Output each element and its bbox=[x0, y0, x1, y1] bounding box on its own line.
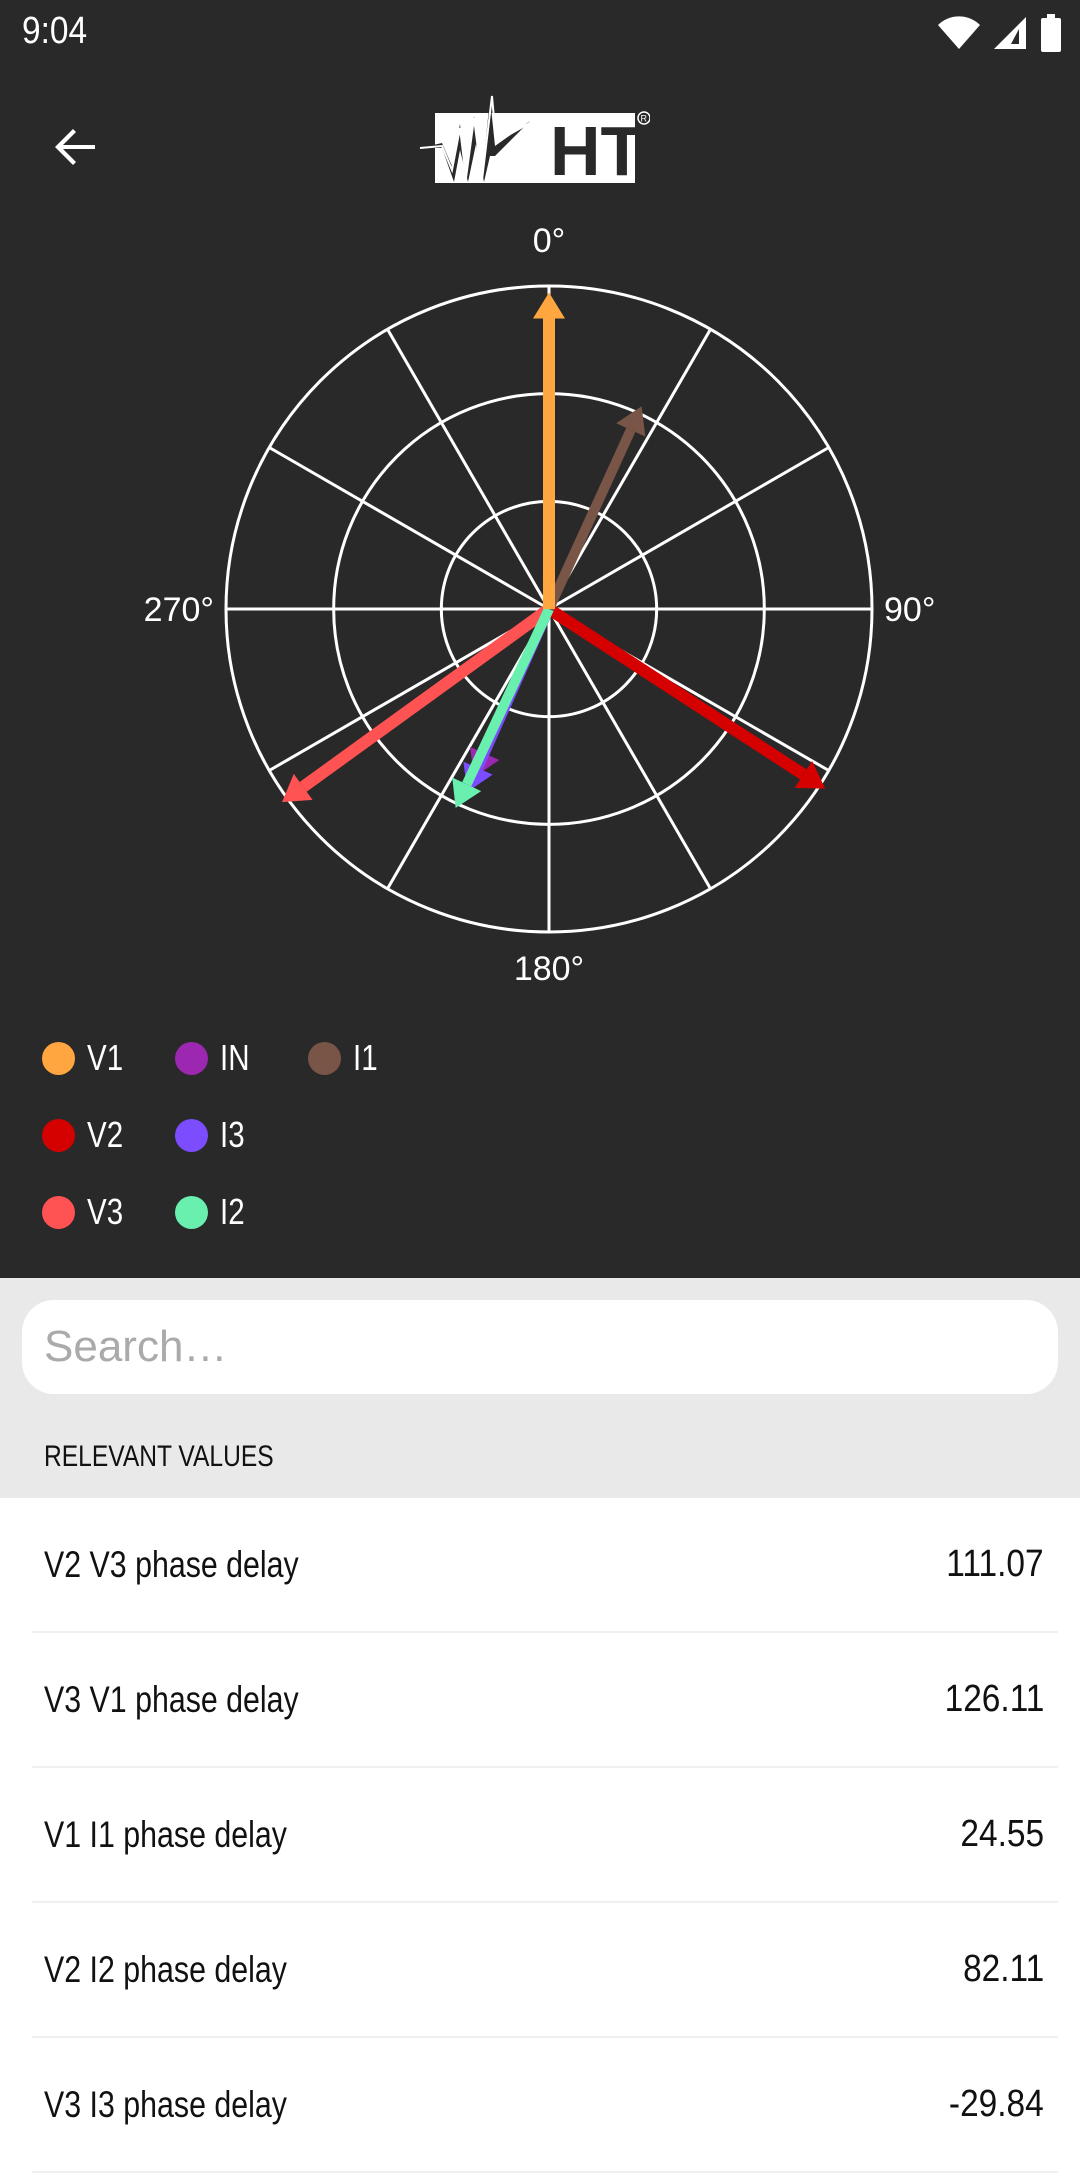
legend-label: I1 bbox=[353, 1037, 378, 1078]
grid-spoke bbox=[386, 328, 551, 610]
list-item[interactable]: V1 I1 phase delay 24.55 bbox=[32, 1768, 1058, 1903]
phasor-chart: 0° 90° 180° 270° bbox=[0, 220, 1080, 1000]
phasor-diagram: 0° 90° 180° 270° bbox=[144, 222, 936, 988]
vector-arrowhead bbox=[533, 292, 565, 319]
logo-text: HT bbox=[550, 112, 643, 186]
battery-icon bbox=[1041, 14, 1061, 52]
values-header: RELEVANT VALUES bbox=[0, 1278, 1080, 1498]
values-list: V2 V3 phase delay 111.07 V3 V1 phase del… bbox=[0, 1498, 1080, 2173]
legend-swatch bbox=[42, 1041, 75, 1075]
signal-icon bbox=[994, 17, 1026, 49]
legend-label: I3 bbox=[220, 1114, 245, 1155]
legend-swatch bbox=[308, 1041, 341, 1075]
legend-row: V2 I3 bbox=[42, 1114, 441, 1194]
value-number: 24.55 bbox=[960, 1813, 1044, 1855]
legend-label: V1 bbox=[87, 1037, 124, 1078]
status-bar: 9:04 bbox=[0, 0, 1080, 66]
angle-label: 0° bbox=[533, 222, 566, 260]
vector-shaft bbox=[544, 427, 636, 612]
ht-logo: HT R bbox=[419, 95, 650, 186]
value-number: -29.84 bbox=[949, 2083, 1044, 2125]
legend-item-i2: I2 bbox=[175, 1191, 288, 1232]
legend-item-in: IN bbox=[175, 1037, 288, 1078]
list-item[interactable]: V2 V3 phase delay 111.07 bbox=[32, 1498, 1058, 1633]
legend-label: V3 bbox=[87, 1191, 124, 1232]
back-button[interactable] bbox=[40, 112, 110, 182]
value-name: V3 V1 phase delay bbox=[44, 1678, 299, 1720]
wifi-icon bbox=[938, 16, 980, 49]
grid-spoke bbox=[547, 608, 712, 890]
legend-label: I2 bbox=[220, 1191, 245, 1232]
legend-item-i3: I3 bbox=[175, 1114, 288, 1155]
legend-row: V1 IN I1 bbox=[42, 1037, 441, 1117]
legend-item-v1: V1 bbox=[42, 1037, 155, 1078]
value-name: V2 V3 phase delay bbox=[44, 1543, 299, 1585]
angle-label: 270° bbox=[144, 591, 214, 629]
list-item[interactable]: V3 V1 phase delay 126.11 bbox=[32, 1633, 1058, 1768]
section-title: RELEVANT VALUES bbox=[44, 1440, 274, 1473]
vector-shaft bbox=[545, 603, 807, 780]
list-item[interactable]: V2 I2 phase delay 82.11 bbox=[32, 1903, 1058, 2038]
value-name: V3 I3 phase delay bbox=[44, 2083, 287, 2125]
list-item[interactable]: V3 I3 phase delay -29.84 bbox=[32, 2038, 1058, 2173]
legend-row: V3 I2 bbox=[42, 1191, 441, 1271]
arrow-back-icon bbox=[55, 129, 95, 165]
search-input[interactable] bbox=[22, 1300, 1058, 1394]
grid-spoke bbox=[268, 446, 550, 611]
legend-swatch bbox=[175, 1195, 208, 1229]
vector-v2 bbox=[545, 603, 826, 789]
vector-v1 bbox=[533, 292, 565, 609]
value-number: 111.07 bbox=[946, 1543, 1044, 1585]
legend-item-i1: I1 bbox=[308, 1037, 421, 1078]
legend-item-v3: V3 bbox=[42, 1191, 155, 1232]
value-number: 126.11 bbox=[944, 1678, 1044, 1720]
legend-item-v2: V2 bbox=[42, 1114, 155, 1155]
value-number: 82.11 bbox=[962, 1948, 1044, 1990]
vector-i1 bbox=[544, 406, 646, 612]
phasor-panel: 9:04 HT R 0° 90° 180° 270° V1 IN I1 V2 I3 V3 I2 bbox=[0, 0, 1080, 1278]
legend-swatch bbox=[175, 1118, 208, 1152]
app-bar: HT R bbox=[0, 66, 1080, 220]
legend-label: IN bbox=[220, 1037, 250, 1078]
legend-swatch bbox=[42, 1118, 75, 1152]
angle-label: 180° bbox=[514, 950, 584, 988]
legend: V1 IN I1 V2 I3 V3 I2 bbox=[42, 1037, 441, 1271]
status-time: 9:04 bbox=[22, 10, 88, 52]
value-name: V2 I2 phase delay bbox=[44, 1948, 287, 1990]
value-name: V1 I1 phase delay bbox=[44, 1813, 287, 1855]
svg-text:R: R bbox=[641, 114, 648, 124]
legend-label: V2 bbox=[87, 1114, 124, 1155]
legend-swatch bbox=[42, 1195, 75, 1229]
legend-swatch bbox=[175, 1041, 208, 1075]
angle-label: 90° bbox=[884, 591, 935, 629]
